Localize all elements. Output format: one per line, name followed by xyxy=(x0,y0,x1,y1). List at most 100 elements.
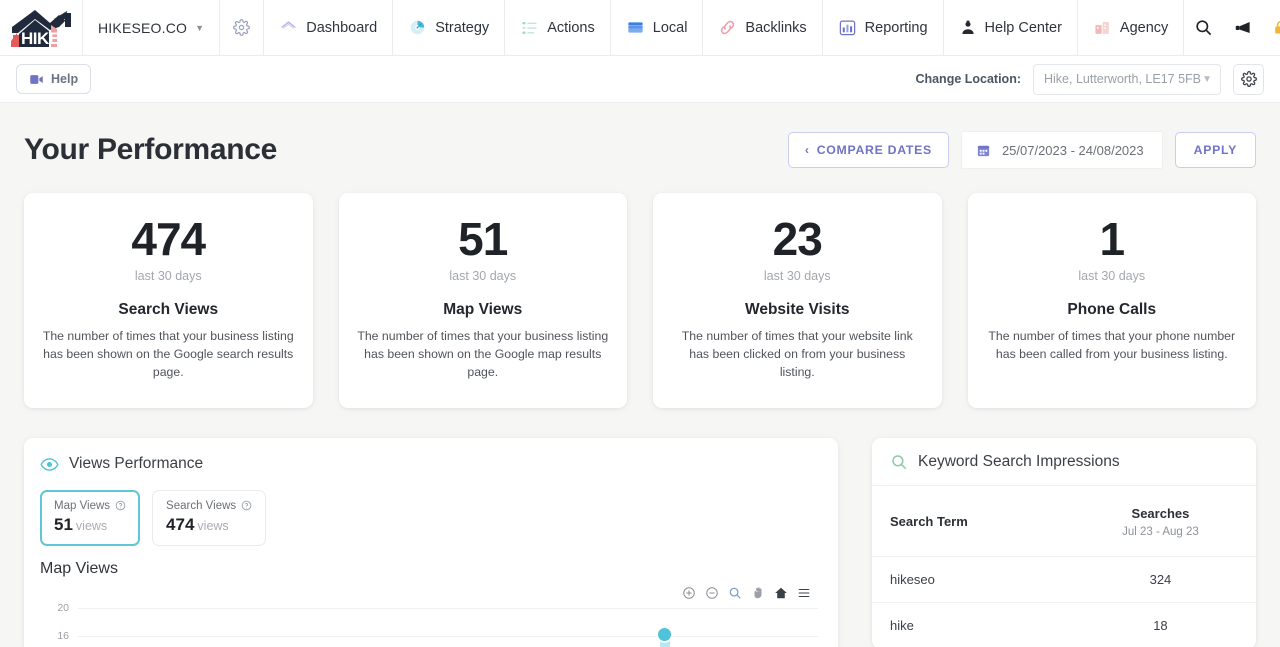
zoom-in-icon[interactable] xyxy=(682,586,696,600)
hike-logo[interactable]: HIKE xyxy=(0,0,82,55)
location-settings-button[interactable] xyxy=(1233,63,1264,95)
nav-item-strategy[interactable]: Strategy xyxy=(392,0,504,55)
eye-icon xyxy=(40,458,59,471)
compare-dates-button[interactable]: ‹ COMPARE DATES xyxy=(787,132,949,168)
lower-panels: Views Performance Map Views 51 views Sear… xyxy=(0,408,1280,647)
toggle-label-row: Search Views xyxy=(166,500,252,512)
nav-item-actions[interactable]: Actions xyxy=(504,0,610,55)
stat-period: last 30 days xyxy=(134,269,202,284)
chevron-left-icon: ‹ xyxy=(804,143,810,157)
megaphone-icon[interactable] xyxy=(1233,18,1252,37)
nav-item-label: Dashboard xyxy=(306,19,378,36)
y-axis-tick: 16 xyxy=(57,629,69,642)
compare-dates-label: COMPARE DATES xyxy=(816,143,932,157)
stat-period: last 30 days xyxy=(763,269,831,284)
toggle-value: 51 xyxy=(54,514,73,534)
nav-item-help-center[interactable]: Help Center xyxy=(942,0,1077,55)
nav-item-label: Actions xyxy=(547,19,595,36)
stat-description: The number of times that your website li… xyxy=(681,329,913,379)
toggle-label: Map Views xyxy=(54,499,111,512)
date-range-input[interactable]: 25/07/2023 - 24/08/2023 xyxy=(960,131,1163,169)
chart-toolbar xyxy=(24,578,838,600)
map-views-chart[interactable]: 20 16 xyxy=(24,602,838,647)
stat-card-phone-calls: 1 last 30 days Phone Calls The number of… xyxy=(967,193,1256,408)
stat-title: Map Views xyxy=(443,301,523,319)
keyword-search-impressions-panel: Keyword Search Impressions Search Term S… xyxy=(872,437,1256,647)
home-icon xyxy=(280,21,297,30)
stat-value: 1 xyxy=(1099,213,1125,265)
link-icon xyxy=(721,20,735,35)
support-agent-icon xyxy=(961,20,974,34)
stat-card-map-views: 51 last 30 days Map Views The number of … xyxy=(338,193,627,408)
nav-brand-selector[interactable]: HIKESEO.CO ▼ xyxy=(82,0,219,55)
nav-item-label: Agency xyxy=(1119,19,1169,36)
help-button-label: Help xyxy=(51,72,79,86)
column-header-searches-range: Jul 23 - Aug 23 xyxy=(1122,525,1199,538)
nav-item-dashboard[interactable]: Dashboard xyxy=(263,0,392,55)
toggle-unit: views xyxy=(197,518,229,533)
svg-text:HIKE: HIKE xyxy=(21,29,60,48)
selection-zoom-icon[interactable] xyxy=(728,586,742,600)
nav-settings-button[interactable] xyxy=(219,0,263,55)
apply-button[interactable]: APPLY xyxy=(1174,132,1256,168)
page-header: Your Performance ‹ COMPARE DATES 25/07/2… xyxy=(0,103,1280,175)
nav-item-label: Reporting xyxy=(864,19,928,36)
pan-icon[interactable] xyxy=(751,586,765,600)
storefront-icon xyxy=(628,22,643,33)
column-header-searches-label: Searches xyxy=(1131,505,1190,521)
chevron-down-icon: ▼ xyxy=(1202,73,1212,85)
hike-logo-icon: HIKE xyxy=(11,9,71,48)
keyword-table-body: hikeseo 324 hike 18 xyxy=(872,556,1256,647)
toggle-unit: views xyxy=(75,518,108,533)
actions-list-icon xyxy=(522,21,537,34)
help-circle-icon[interactable] xyxy=(115,500,126,511)
menu-icon[interactable] xyxy=(797,586,811,600)
stat-description: The number of times that your phone numb… xyxy=(988,329,1236,362)
views-panel-header: Views Performance xyxy=(24,455,838,474)
chart-data-point[interactable] xyxy=(658,627,671,641)
zoom-out-icon[interactable] xyxy=(705,586,719,600)
views-toggle-group: Map Views 51 views Search Views 474 view… xyxy=(24,474,838,546)
keyword-table: Search Term Searches Jul 23 - Aug 23 hik… xyxy=(872,485,1256,647)
stat-description: The number of times that your business l… xyxy=(42,329,294,379)
toggle-map-views[interactable]: Map Views 51 views xyxy=(40,489,141,546)
table-row[interactable]: hike 18 xyxy=(872,602,1256,647)
views-panel-title: Views Performance xyxy=(69,455,204,473)
nav-item-reporting[interactable]: Reporting xyxy=(821,0,943,55)
location-controls: Change Location: Hike, Lutterworth, LE17… xyxy=(915,63,1264,95)
help-circle-icon[interactable] xyxy=(241,500,252,511)
nav-item-agency[interactable]: Agency xyxy=(1076,0,1183,55)
toggle-search-views[interactable]: Search Views 474 views xyxy=(152,489,267,546)
stat-title: Phone Calls xyxy=(1067,301,1157,319)
secondary-toolbar: Help Change Location: Hike, Lutterworth,… xyxy=(0,56,1280,103)
apply-button-label: APPLY xyxy=(1193,143,1237,157)
video-camera-icon xyxy=(30,74,43,84)
nav-item-label: Help Center xyxy=(984,19,1062,36)
gear-icon xyxy=(1240,71,1257,87)
search-term-cell: hike xyxy=(872,602,1065,647)
date-range-value: 25/07/2023 - 24/08/2023 xyxy=(1001,142,1144,158)
nav-item-backlinks[interactable]: Backlinks xyxy=(702,0,821,55)
searches-cell: 18 xyxy=(1064,602,1256,647)
help-button[interactable]: Help xyxy=(16,64,92,94)
stat-title: Search Views xyxy=(118,301,219,319)
keyword-table-head: Search Term Searches Jul 23 - Aug 23 xyxy=(872,485,1256,557)
column-header-searches[interactable]: Searches Jul 23 - Aug 23 xyxy=(1064,485,1256,557)
table-header-row: Search Term Searches Jul 23 - Aug 23 xyxy=(872,485,1256,557)
reset-home-icon[interactable] xyxy=(774,586,788,600)
stats-row: 474 last 30 days Search Views The number… xyxy=(0,175,1280,408)
search-icon[interactable] xyxy=(1194,18,1213,37)
lock-icon[interactable] xyxy=(1272,19,1280,36)
agency-building-icon xyxy=(1095,21,1109,34)
nav-item-label: Local xyxy=(652,19,688,36)
location-select[interactable]: Hike, Lutterworth, LE17 5FB ▼ xyxy=(1033,63,1221,95)
chevron-down-icon: ▼ xyxy=(195,22,205,33)
column-header-search-term[interactable]: Search Term xyxy=(872,485,1065,557)
stat-title: Website Visits xyxy=(744,301,850,319)
keyword-panel-header: Keyword Search Impressions xyxy=(872,453,1256,486)
table-row[interactable]: hikeseo 324 xyxy=(872,556,1256,603)
nav-item-local[interactable]: Local xyxy=(609,0,703,55)
keyword-panel-title: Keyword Search Impressions xyxy=(918,452,1120,470)
toggle-value-row: 474 views xyxy=(166,515,252,535)
location-select-value: Hike, Lutterworth, LE17 5FB xyxy=(1044,72,1202,86)
